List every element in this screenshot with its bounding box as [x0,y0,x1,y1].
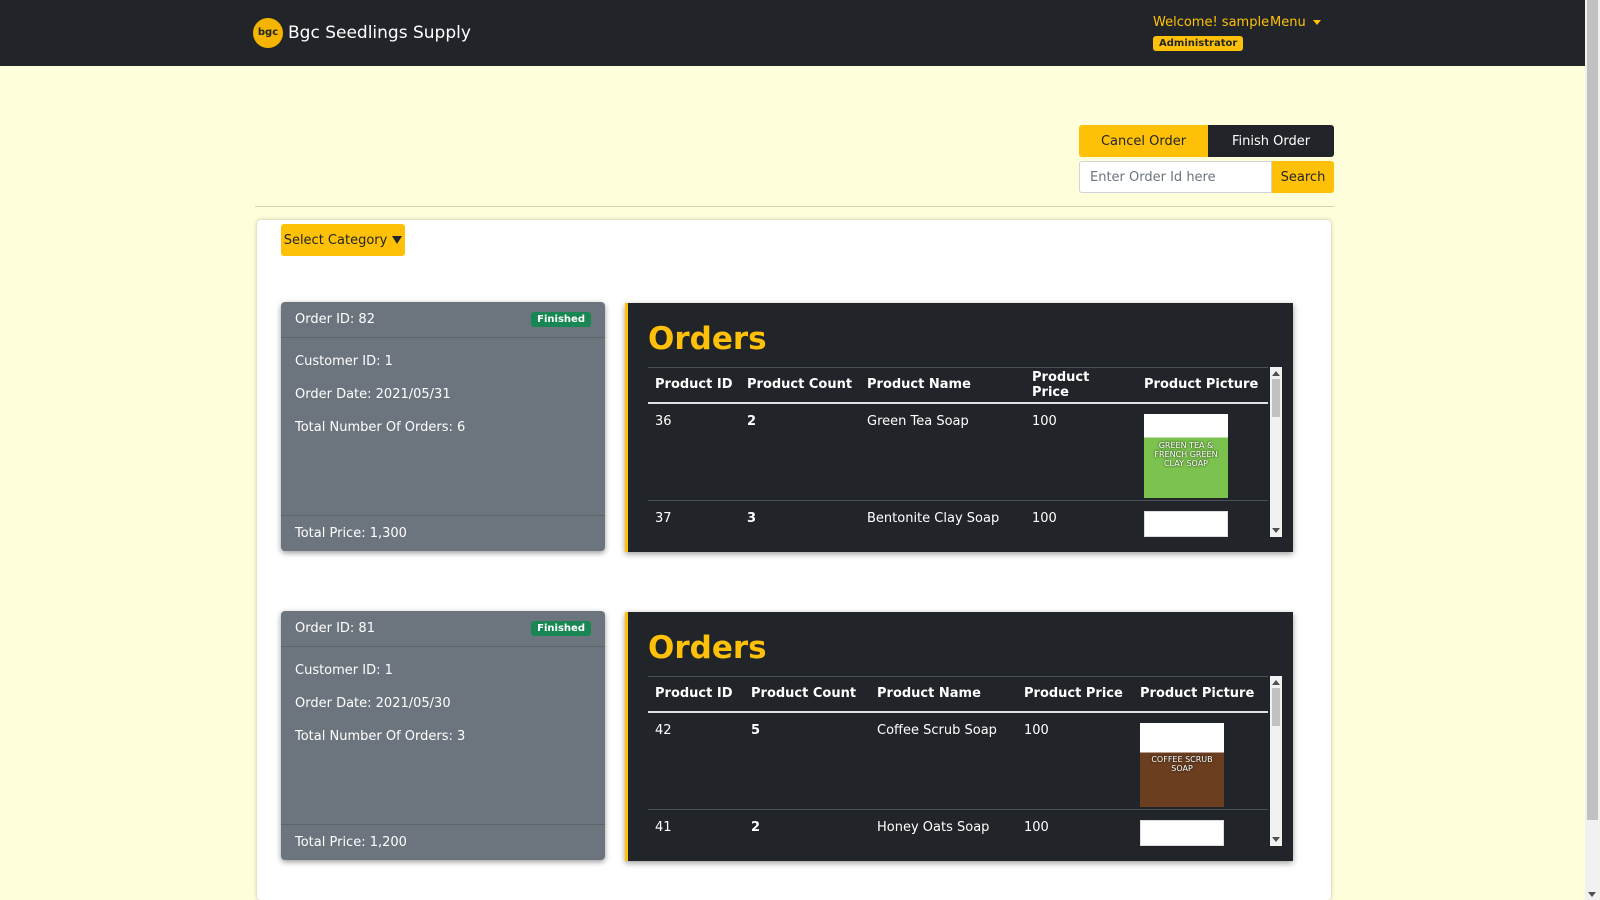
orders-table: Product ID Product Count Product Name Pr… [648,676,1268,846]
product-count-cell: 3 [747,511,757,526]
select-category-button[interactable]: Select Category [281,224,405,256]
orders-panel: Orders Product ID Product Count Product … [625,303,1293,552]
table-row: 42 5 Coffee Scrub Soap 100 COFFEE SCRUB … [648,712,1268,810]
total-price: Total Price: 1,200 [295,835,407,850]
customer-id: Customer ID: 1 [295,663,393,678]
product-image: GREEN TEA & FRENCH GREEN CLAY SOAP [1144,413,1228,498]
table-scrollbar[interactable] [1270,367,1282,537]
product-name-cell: Green Tea Soap [867,413,969,429]
product-count-cell: 2 [747,413,757,429]
product-id-cell: 42 [655,722,672,738]
search-button[interactable]: Search [1272,161,1334,193]
page-scrollbar[interactable] [1585,0,1600,900]
product-name-cell: Honey Oats Soap [877,820,990,835]
product-id-cell: 41 [655,820,672,835]
finish-order-button[interactable]: Finish Order [1208,125,1334,157]
product-price-cell: 100 [1024,722,1049,738]
product-name-cell: Bentonite Clay Soap [867,511,1000,526]
status-badge: Finished [531,621,591,636]
total-orders: Total Number Of Orders: 3 [295,729,466,744]
orders-panel-title: Orders [648,321,767,357]
table-row: 36 2 Green Tea Soap 100 GREEN TEA & FREN… [648,403,1268,501]
column-header: Product Picture [1144,377,1259,393]
order-card-header: Order ID: 81 Finished [281,611,605,647]
product-image [1140,820,1224,846]
product-price-cell: 100 [1032,511,1057,526]
select-category-label: Select Category [283,232,388,248]
order-card-header: Order ID: 82 Finished [281,302,605,338]
customer-id: Customer ID: 1 [295,354,393,369]
role-badge: Administrator [1153,36,1244,51]
status-badge: Finished [531,312,591,327]
order-id: Order ID: 81 [295,621,375,636]
caret-down-icon [392,236,403,244]
column-header: Product Count [747,377,853,393]
scroll-down-icon[interactable] [1272,528,1280,533]
product-price-cell: 100 [1032,413,1057,429]
column-header: Product Price [1032,369,1090,400]
orders-table: Product ID Product Count Product Name Pr… [648,367,1268,537]
product-picture-cell [1133,810,1268,846]
column-header: Product Name [877,686,981,702]
product-picture-cell [1137,501,1268,537]
order-date: Order Date: 2021/05/30 [295,696,451,711]
welcome-text: Welcome! sample [1153,15,1270,30]
order-info-card: Order ID: 82 Finished Customer ID: 1 Ord… [281,302,605,551]
orders-panel: Orders Product ID Product Count Product … [625,612,1293,861]
page-scrollbar-thumb[interactable] [1587,0,1598,820]
total-orders: Total Number Of Orders: 6 [295,420,466,435]
table-header-row: Product ID Product Count Product Name Pr… [648,367,1268,403]
scroll-up-icon[interactable] [1272,680,1280,685]
scroll-down-icon[interactable] [1272,837,1280,842]
order-id-search-input[interactable] [1079,161,1272,193]
menu-dropdown[interactable]: Menu [1270,15,1321,30]
table-scrollbar[interactable] [1270,676,1282,846]
product-image-label: COFFEE SCRUB SOAP [1151,754,1213,773]
column-header: Product ID [655,686,733,702]
brand-name: Bgc Seedlings Supply [288,23,471,43]
product-id-cell: 36 [655,413,672,429]
orders-table-wrapper[interactable]: Product ID Product Count Product Name Pr… [648,367,1268,537]
order-date: Order Date: 2021/05/31 [295,387,451,402]
table-scrollbar-thumb[interactable] [1272,379,1280,417]
column-header: Product Name [867,377,971,393]
chevron-down-icon [1312,20,1321,25]
scroll-up-icon[interactable] [1272,371,1280,376]
column-header: Product Count [751,686,857,702]
total-price: Total Price: 1,300 [295,526,407,541]
order-card-footer: Total Price: 1,200 [281,824,605,860]
product-count-cell: 2 [751,820,761,835]
divider [255,206,1334,207]
table-row: 37 3 Bentonite Clay Soap 100 [648,501,1268,537]
navbar: bgc Bgc Seedlings Supply Welcome! sample… [0,0,1585,66]
table-row: 41 2 Honey Oats Soap 100 [648,810,1268,846]
column-header: Product Price [1024,686,1123,702]
brand-link[interactable]: bgc Bgc Seedlings Supply [253,18,471,48]
table-header-row: Product ID Product Count Product Name Pr… [648,676,1268,712]
product-name-cell: Coffee Scrub Soap [877,722,997,738]
cancel-order-button[interactable]: Cancel Order [1079,125,1208,157]
orders-table-wrapper[interactable]: Product ID Product Count Product Name Pr… [648,676,1268,846]
table-scrollbar-thumb[interactable] [1272,688,1280,726]
orders-panel-title: Orders [648,630,767,666]
order-id: Order ID: 82 [295,312,375,327]
product-image [1144,511,1228,537]
brand-logo: bgc [253,18,283,48]
product-count-cell: 5 [751,722,761,738]
logo-text: bgc [257,27,279,38]
column-header: Product ID [655,377,733,393]
product-id-cell: 37 [655,511,672,526]
product-image-label: GREEN TEA & FRENCH GREEN CLAY SOAP [1154,441,1218,468]
order-card-footer: Total Price: 1,300 [281,515,605,551]
menu-label: Menu [1270,15,1306,30]
order-info-card: Order ID: 81 Finished Customer ID: 1 Ord… [281,611,605,860]
scroll-down-icon[interactable] [1588,892,1596,897]
product-picture-cell: COFFEE SCRUB SOAP [1133,712,1268,810]
product-price-cell: 100 [1024,820,1049,835]
product-image: COFFEE SCRUB SOAP [1140,722,1224,807]
column-header: Product Picture [1140,686,1255,702]
product-picture-cell: GREEN TEA & FRENCH GREEN CLAY SOAP [1137,403,1268,501]
